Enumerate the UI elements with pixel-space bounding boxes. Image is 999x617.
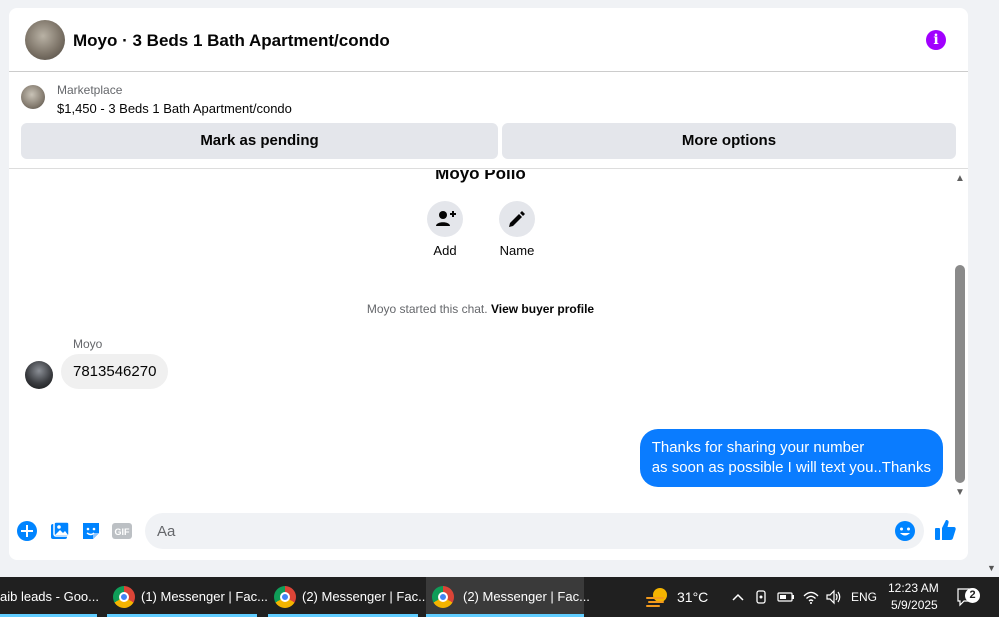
gif-icon[interactable]: GIF (111, 520, 133, 542)
info-icon[interactable]: i (926, 30, 946, 50)
taskbar-tab-label: (2) Messenger | Fac... (302, 589, 429, 604)
outgoing-message-line: as soon as possible I will text you..Tha… (651, 459, 931, 476)
chat-started-notice: Moyo started this chat. View buyer profi… (9, 302, 952, 316)
plus-icon[interactable] (16, 520, 38, 542)
more-options-button[interactable]: More options (502, 123, 956, 159)
meet-now-icon[interactable] (754, 588, 770, 606)
weather-icon[interactable] (644, 585, 670, 609)
chrome-icon (432, 586, 454, 608)
taskbar-tab-label: (1) Messenger | Fac... (141, 589, 268, 604)
emoji-icon[interactable] (894, 520, 916, 542)
edit-name-button[interactable] (499, 201, 535, 237)
taskbar-tab-messenger-1[interactable]: (1) Messenger | Fac... (107, 577, 268, 617)
scroll-thumb[interactable] (955, 265, 965, 483)
mark-as-pending-button[interactable]: Mark as pending (21, 123, 498, 159)
contact-name: Moyo Pollo (435, 170, 526, 183)
outgoing-message[interactable]: Thanks for sharing your number as soon a… (639, 429, 943, 487)
clock-date[interactable]: 5/9/2025 (891, 598, 938, 612)
chrome-icon (274, 586, 296, 608)
listing-price-title[interactable]: $1,450 - 3 Beds 1 Bath Apartment/condo (57, 101, 292, 116)
message-thread: Moyo Pollo Add Name Moyo started this ch… (9, 170, 968, 500)
conversation-title[interactable]: Moyo · 3 Beds 1 Bath Apartment/condo (73, 31, 390, 51)
incoming-message[interactable]: 7813546270 (61, 354, 169, 389)
photo-icon[interactable] (49, 520, 71, 542)
add-person-icon (436, 211, 456, 226)
listing-thumbnail[interactable] (21, 85, 45, 109)
message-input[interactable] (157, 521, 877, 541)
scroll-up-arrow[interactable]: ▲ (955, 174, 965, 184)
chrome-icon (113, 586, 135, 608)
sender-name: Moyo (73, 337, 103, 351)
thread-scrollbar[interactable]: ▲ ▼ (952, 170, 968, 500)
wifi-icon[interactable] (802, 588, 820, 606)
clock-time[interactable]: 12:23 AM (888, 581, 939, 595)
thumbs-up-icon[interactable] (933, 518, 957, 542)
marketplace-listing-banner: Marketplace $1,450 - 3 Beds 1 Bath Apart… (9, 73, 968, 169)
weather-temp[interactable]: 31°C (677, 589, 708, 605)
conversation-header: Moyo · 3 Beds 1 Bath Apartment/condo i (9, 8, 968, 72)
taskbar-tab-messenger-active[interactable]: (2) Messenger | Fac... (426, 577, 590, 617)
name-label: Name (499, 243, 535, 258)
scroll-down-arrow[interactable]: ▼ (955, 488, 965, 498)
windows-taskbar: aib leads - Goo... (1) Messenger | Fac..… (0, 577, 999, 617)
chat-started-text: Moyo started this chat. (366, 302, 488, 316)
message-composer: GIF (9, 508, 968, 552)
pencil-icon (509, 211, 525, 227)
battery-icon[interactable] (777, 589, 795, 605)
sender-avatar[interactable] (25, 361, 53, 389)
add-label: Add (433, 243, 457, 258)
taskbar-tab-label: (2) Messenger | Fac... (463, 589, 590, 604)
volume-icon[interactable] (825, 588, 843, 606)
taskbar-tab-sheets[interactable]: aib leads - Goo... (0, 577, 100, 617)
message-input-box[interactable] (145, 513, 924, 549)
chevron-up-icon[interactable] (730, 589, 746, 605)
listing-source-label: Marketplace (57, 83, 123, 97)
taskbar-tab-messenger-2[interactable]: (2) Messenger | Fac... (268, 577, 429, 617)
taskbar-tab-label: aib leads - Goo... (0, 589, 99, 604)
page-scroll-down-arrow[interactable]: ▼ (987, 563, 996, 573)
language-indicator[interactable]: ENG (851, 590, 877, 604)
gif-text: GIF (115, 527, 131, 537)
chat-panel: Moyo · 3 Beds 1 Bath Apartment/condo i M… (9, 8, 968, 560)
view-buyer-profile-link[interactable]: View buyer profile (491, 302, 594, 316)
conversation-avatar[interactable] (25, 20, 65, 60)
sticker-icon[interactable] (80, 520, 102, 542)
outgoing-message-line: Thanks for sharing your number (651, 439, 865, 456)
notification-badge: 2 (965, 588, 980, 603)
add-contact-button[interactable] (427, 201, 463, 237)
